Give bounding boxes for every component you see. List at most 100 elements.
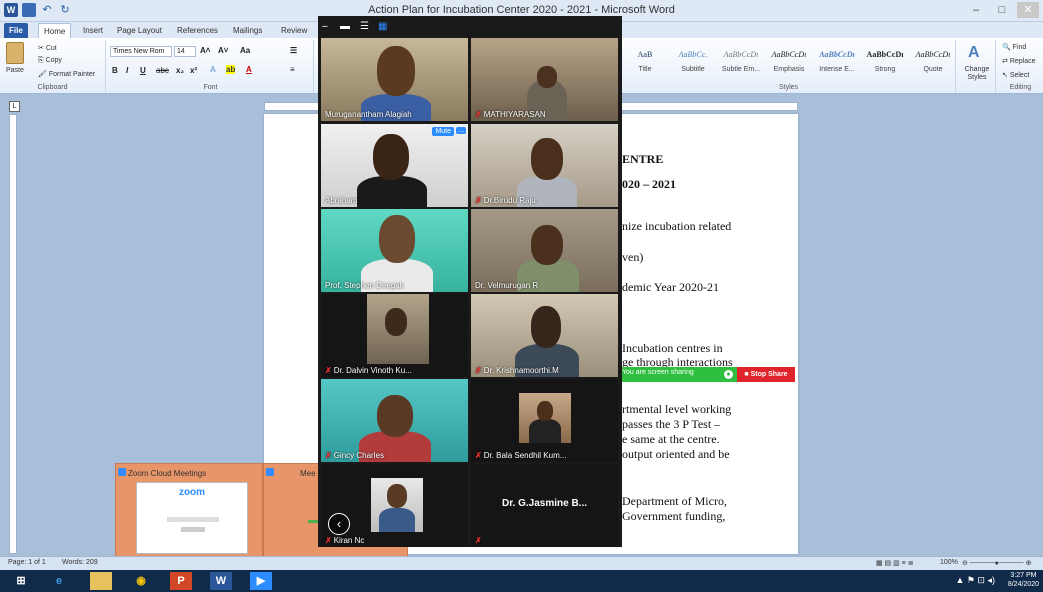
gallery-view-icon[interactable]: ▦ — [378, 21, 387, 32]
system-tray-icons[interactable]: ▲ ⚑ ⊡ ◂) — [955, 575, 995, 586]
tab-insert[interactable]: Insert — [78, 23, 108, 38]
select-button[interactable]: ↖ Select — [1002, 71, 1029, 79]
person-face — [387, 484, 407, 508]
zoom-taskbar-icon[interactable]: ▶ — [250, 572, 272, 590]
video-tile[interactable]: ✗ MATHIYARASAN — [471, 38, 618, 121]
previous-page-button[interactable]: ‹ — [328, 513, 350, 535]
speaker-view-icon[interactable]: ▬ — [340, 21, 350, 32]
zoom-slider[interactable]: ⊖ ─────●───── ⊕ — [962, 559, 1031, 567]
paste-icon[interactable] — [6, 42, 24, 64]
style-sample: AaBbCcDı — [915, 50, 951, 59]
mute-participant-button[interactable]: Mute — [432, 127, 454, 136]
highlight-icon[interactable]: ab — [226, 65, 236, 74]
cut-button[interactable]: ✂ Cut — [38, 44, 57, 52]
person-face — [379, 215, 415, 263]
tab-review[interactable]: Review — [276, 23, 312, 38]
style-intense-emphasis[interactable]: AaBbCcDı Intense E... — [814, 44, 860, 82]
style-subtle-emphasis[interactable]: AaBbCcDı Subtle Em... — [718, 44, 764, 82]
tab-file[interactable]: File — [4, 23, 28, 38]
font-name-box[interactable]: Times New Rom — [110, 46, 172, 57]
participant-name: ✗ MATHIYARASAN — [475, 110, 546, 119]
windows-start-icon[interactable]: ⊞ — [10, 572, 32, 590]
powerpoint-icon[interactable]: P — [170, 572, 192, 590]
video-tile[interactable]: Muruganantham Alagiah — [321, 38, 468, 121]
editing-group: 🔍 Find ⇄ Replace ↖ Select Editing — [998, 40, 1043, 92]
chrome-icon[interactable]: ◉ — [130, 572, 152, 590]
style-sample: AaBbCc. — [678, 50, 708, 59]
participant-name: ✗ Gincy Charles — [325, 451, 384, 460]
vertical-ruler[interactable] — [9, 114, 17, 554]
video-tile[interactable]: Dr. Velmurugan R — [471, 209, 618, 292]
preview-title: Mee — [300, 469, 316, 478]
style-title[interactable]: AaB Title — [622, 44, 668, 82]
replace-button[interactable]: ⇄ Replace — [1002, 57, 1036, 65]
superscript-button[interactable]: x² — [190, 66, 197, 75]
paste-button[interactable]: Paste — [6, 67, 24, 74]
shrink-font-button[interactable]: A˅ — [218, 46, 228, 55]
zoom-app-icon — [266, 468, 274, 476]
video-tile[interactable]: Prof. Stephen Deepak — [321, 209, 468, 292]
clock-time: 3:27 PM — [1010, 572, 1037, 579]
subscript-button[interactable]: x₂ — [176, 66, 184, 75]
align-left-icon[interactable]: ≡ — [290, 65, 295, 74]
style-emphasis[interactable]: AaBbCcDı Emphasis — [766, 44, 812, 82]
view-buttons-icon[interactable]: ▦ ▤ ▥ ≡ ≣ — [876, 559, 914, 567]
taskbar-clock[interactable]: 3:27 PM 8/24/2020 — [1008, 571, 1039, 589]
word-taskbar-icon[interactable]: W — [210, 572, 232, 590]
video-tile[interactable]: ✗ Kiran Nc — [321, 464, 468, 547]
style-subtitle[interactable]: AaBbCc. Subtitle — [670, 44, 716, 82]
underline-button[interactable]: U — [140, 66, 146, 75]
zoom-level[interactable]: 100% — [940, 559, 958, 566]
style-strong[interactable]: AaBbCcDı Strong — [862, 44, 908, 82]
doc-line: Government funding, — [622, 509, 726, 523]
tab-references[interactable]: References — [172, 23, 223, 38]
font-color-icon[interactable]: A — [246, 65, 252, 74]
change-case-button[interactable]: Aa — [240, 46, 250, 55]
close-button[interactable]: ✕ — [1017, 2, 1039, 18]
video-tile[interactable]: ✗ Dr. Dalvin Vinoth Ku... — [321, 294, 468, 377]
strikethrough-button[interactable]: abc — [156, 66, 169, 75]
clipboard-group-label: Clipboard — [37, 84, 68, 91]
tab-home[interactable]: Home — [38, 23, 72, 38]
bullets-icon[interactable]: ☰ — [290, 46, 297, 55]
stop-share-button[interactable]: ■ Stop Share — [737, 367, 795, 382]
tab-page-layout[interactable]: Page Layout — [112, 23, 167, 38]
editing-group-label: Editing — [1009, 84, 1032, 91]
page-count[interactable]: Page: 1 of 1 — [8, 559, 46, 566]
video-tile[interactable]: ✗ Dr.Birudu Raju — [471, 124, 618, 207]
video-tile[interactable]: ✗ Gincy Charles — [321, 379, 468, 462]
italic-button[interactable]: I — [126, 66, 128, 75]
style-name: Strong — [874, 66, 896, 73]
video-tile[interactable]: ✗ Dr. Bala Sendhil Kum... — [471, 379, 618, 462]
internet-explorer-icon[interactable]: e — [48, 572, 70, 590]
strip-view-icon[interactable]: ☰ — [360, 21, 369, 32]
zoom-cloud-meetings-preview[interactable]: Zoom Cloud Meetings zoom — [115, 463, 263, 564]
copy-button[interactable]: ⎘ Copy — [38, 57, 62, 65]
find-button[interactable]: 🔍 Find — [1002, 43, 1026, 51]
font-size-box[interactable]: 14 — [174, 46, 196, 57]
grow-font-button[interactable]: A˄ — [200, 46, 210, 55]
zoom-app-icon — [118, 468, 126, 476]
participant-name: ✗ Dr. Krishnamoorthi.M — [475, 366, 559, 375]
bold-button[interactable]: B — [112, 66, 118, 75]
select-label: Select — [1009, 72, 1030, 79]
minimize-button[interactable]: – — [965, 2, 987, 18]
style-quote[interactable]: AaBbCcDı Quote — [910, 44, 956, 82]
mic-muted-icon: ✗ — [475, 536, 482, 545]
more-options-button[interactable]: … — [456, 127, 466, 134]
format-painter-button[interactable]: 🖌 Format Painter — [38, 70, 95, 78]
file-explorer-icon[interactable] — [90, 572, 112, 590]
video-tile[interactable]: Dr. G.Jasmine B... ✗ — [471, 464, 618, 547]
maximize-button[interactable]: □ — [991, 2, 1013, 18]
share-message: You are screen sharing — [622, 369, 694, 376]
minimize-icon[interactable]: – — [322, 21, 328, 32]
tab-mailings[interactable]: Mailings — [228, 23, 267, 38]
replace-label: Replace — [1009, 58, 1036, 65]
text-effects-icon[interactable]: A — [210, 65, 216, 74]
word-count[interactable]: Words: 209 — [62, 559, 98, 566]
video-tile[interactable]: Mute … Abraham — [321, 124, 468, 207]
change-styles-icon[interactable]: A — [968, 44, 980, 62]
tab-selector[interactable]: L — [9, 101, 20, 112]
video-tile[interactable]: ✗ Dr. Krishnamoorthi.M — [471, 294, 618, 377]
change-styles-button[interactable]: Change Styles — [961, 66, 993, 82]
